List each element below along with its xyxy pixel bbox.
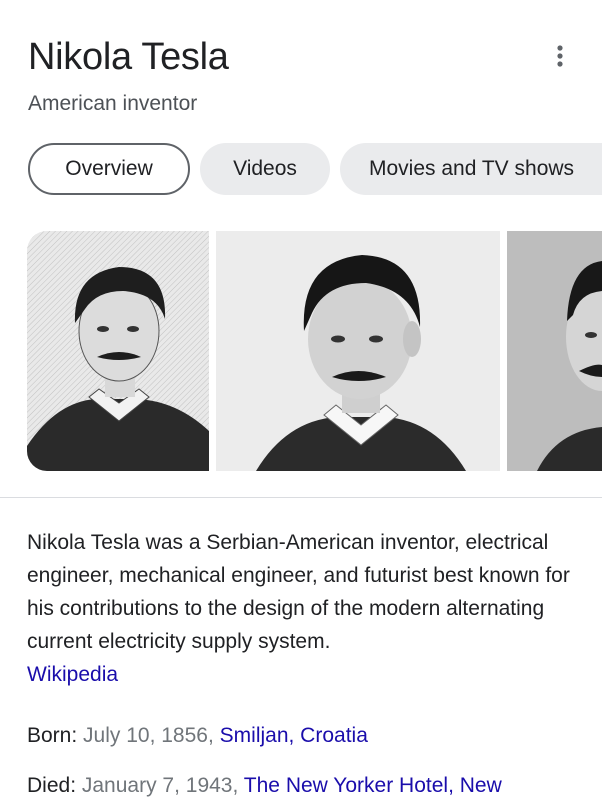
portrait-image-1[interactable] — [27, 231, 209, 471]
born-date: July 10, 1856, — [83, 724, 214, 747]
died-date: January 7, 1943, — [81, 774, 239, 797]
description: Nikola Tesla was a Serbian-American inve… — [27, 526, 587, 691]
born-label: Born: — [27, 724, 78, 747]
portrait-image-3[interactable] — [507, 231, 602, 471]
page-subtitle: American inventor — [28, 92, 198, 115]
tab-videos[interactable]: Videos — [200, 143, 330, 195]
wikipedia-link[interactable]: Wikipedia — [27, 663, 118, 686]
tab-movies-and-tv-shows[interactable]: Movies and TV shows — [340, 143, 602, 195]
died-place-link[interactable]: The New Yorker Hotel, New — [244, 774, 502, 797]
died-label: Died: — [27, 774, 77, 797]
more-vert-icon — [557, 45, 563, 67]
fact-died: Died: January 7, 1943, The New Yorker Ho… — [27, 771, 502, 801]
portrait-image-2[interactable] — [216, 231, 500, 471]
more-options-button[interactable] — [540, 36, 580, 76]
tab-overview[interactable]: Overview — [28, 143, 190, 195]
page-title: Nikola Tesla — [28, 36, 229, 78]
born-place-link[interactable]: Smiljan, Croatia — [220, 724, 368, 747]
fact-born: Born: July 10, 1856, Smiljan, Croatia — [27, 721, 368, 751]
section-divider — [0, 497, 602, 498]
description-text: Nikola Tesla was a Serbian-American inve… — [27, 531, 570, 653]
tab-bar: Overview Videos Movies and TV shows — [28, 143, 602, 197]
